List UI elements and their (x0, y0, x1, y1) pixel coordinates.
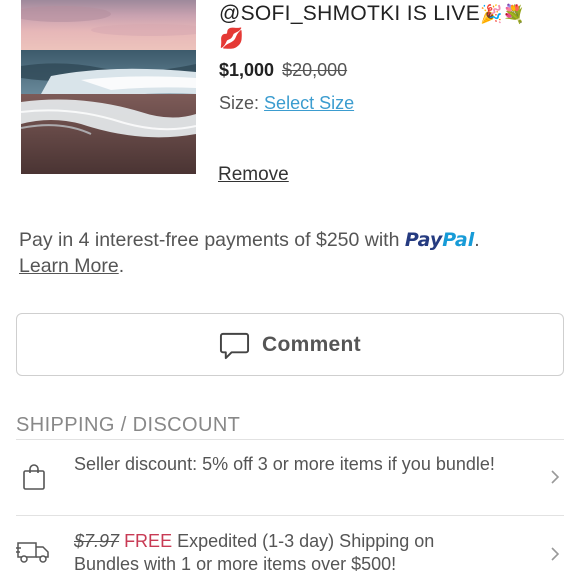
seller-discount-text: Seller discount: 5% off 3 or more items … (74, 454, 495, 474)
chevron-right-icon (550, 546, 560, 567)
paypal-message-text: Pay in 4 interest-free payments of $250 … (19, 229, 400, 251)
comment-bubble-icon (219, 332, 250, 360)
shipping-offer-row[interactable]: $7.97 FREE Expedited (1-3 day) Shipping … (16, 516, 564, 580)
learn-more-link[interactable]: Learn More (19, 255, 119, 277)
party-bouquet-emoji: 🎉💐 (480, 4, 526, 25)
comment-label: Comment (262, 332, 361, 356)
old-shipping-price: $7.97 (74, 531, 120, 551)
listing-price: $1,000 (219, 60, 275, 80)
paypal-installments-message: Pay in 4 interest-free payments of $250 … (19, 229, 480, 277)
listing-title-text: @SOFI_SHMOTKI IS LIVE (219, 2, 481, 25)
listing-thumbnail[interactable] (21, 0, 196, 174)
cart-listing-item: @SOFI_SHMOTKI IS LIVE🎉💐 💋 $1,000 $20,000 … (0, 0, 580, 200)
beach-sunset-image (21, 0, 196, 174)
shopping-bag-icon (22, 463, 46, 496)
select-size-link[interactable]: Select Size (264, 93, 354, 113)
truck-icon (16, 540, 52, 569)
paypal-logo: PayPal (404, 229, 475, 251)
kiss-emoji: 💋 (219, 26, 244, 50)
shipping-offer-text: $7.97 FREE Expedited (1-3 day) Shipping … (74, 530, 484, 576)
listing-title[interactable]: @SOFI_SHMOTKI IS LIVE🎉💐 (219, 2, 525, 26)
comment-button[interactable]: Comment (16, 313, 564, 376)
size-row: Size: Select Size (219, 93, 354, 114)
shipping-discount-heading: SHIPPING / DISCOUNT (16, 414, 241, 436)
size-label: Size: (219, 93, 260, 113)
remove-button[interactable]: Remove (218, 164, 289, 186)
free-label: FREE (124, 531, 173, 551)
seller-discount-row[interactable]: Seller discount: 5% off 3 or more items … (16, 440, 564, 515)
price-row: $1,000 $20,000 (219, 60, 347, 81)
original-price: $20,000 (282, 60, 348, 80)
chevron-right-icon (550, 469, 560, 490)
